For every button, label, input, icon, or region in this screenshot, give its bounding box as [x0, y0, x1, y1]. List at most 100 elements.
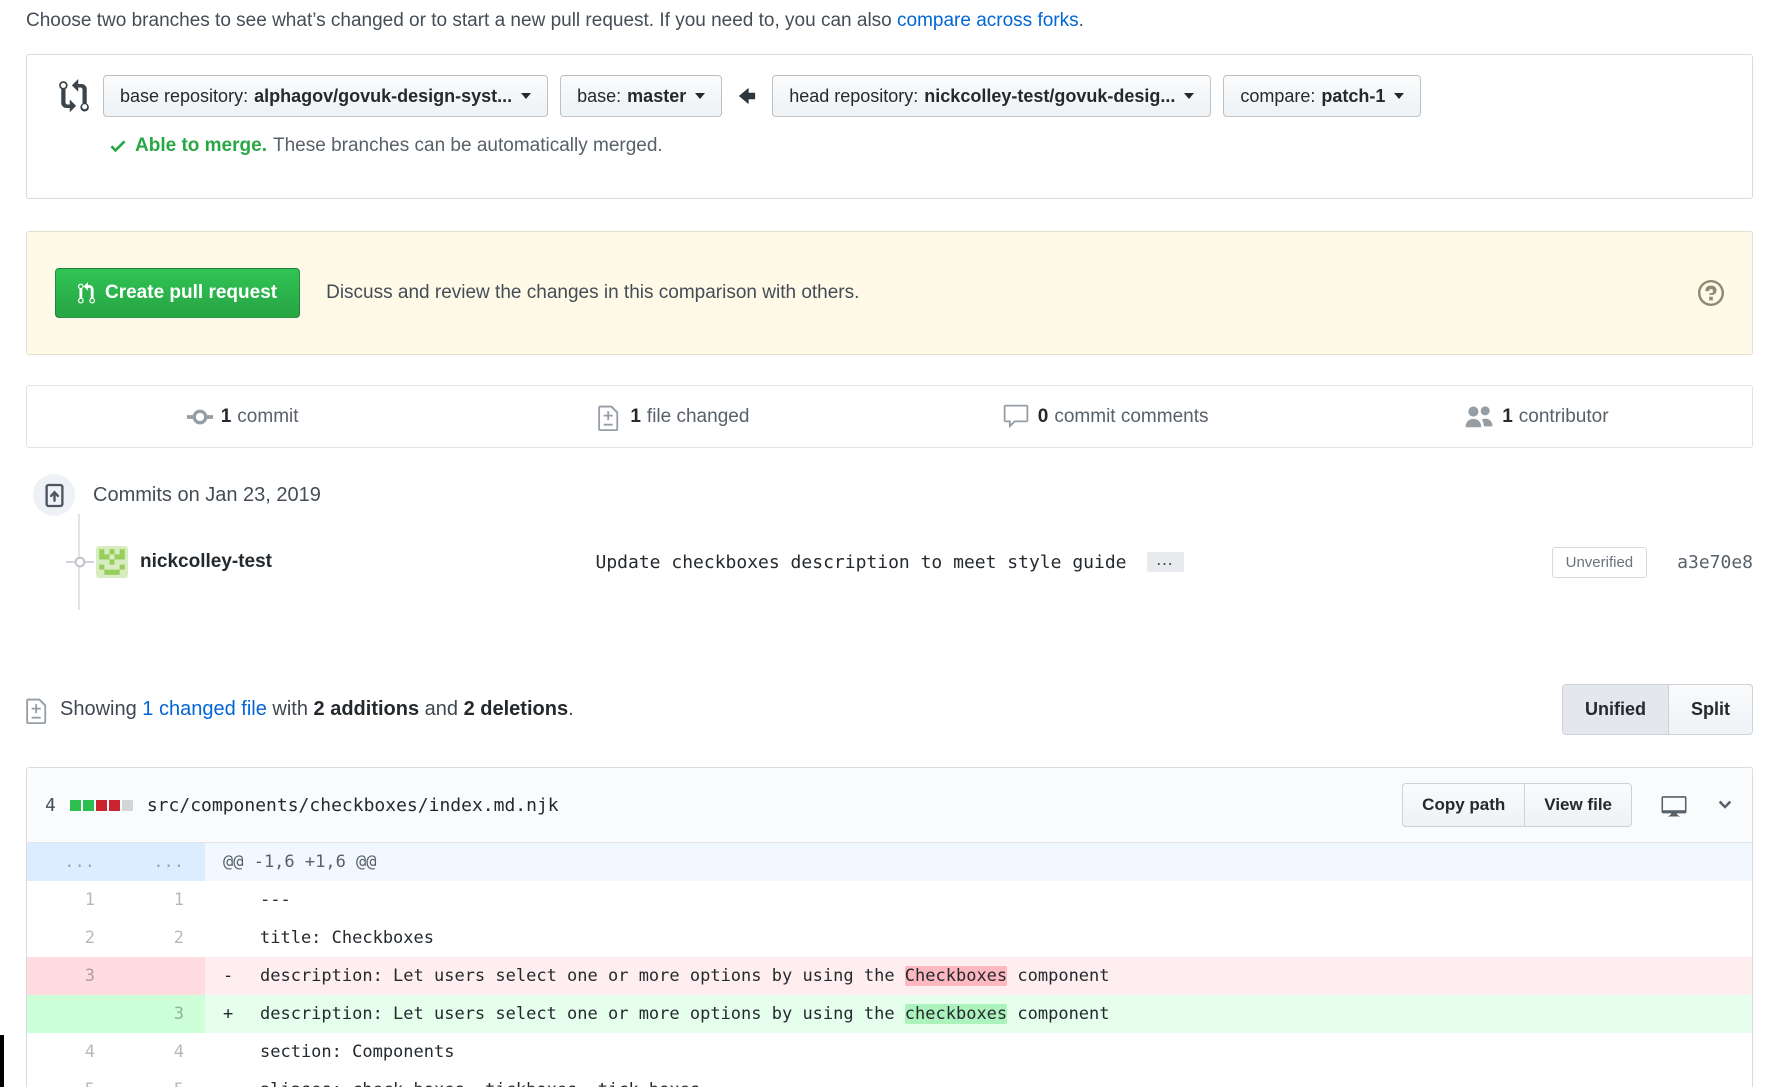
base-branch-dropdown[interactable]: base: master	[560, 75, 722, 117]
merge-status-text: These branches can be automatically merg…	[273, 135, 663, 157]
file-path-link[interactable]: src/components/checkboxes/index.md.njk	[147, 795, 559, 816]
commit-comments-stat[interactable]: 0 commit comments	[890, 386, 1321, 447]
new-line-number: 1	[116, 881, 205, 919]
commits-label: commit	[237, 406, 298, 428]
code-line: +description: Let users select one or mo…	[205, 995, 1752, 1033]
old-line-number	[27, 995, 116, 1033]
merge-status-bold: Able to merge.	[135, 135, 267, 157]
file-diff-card: 4 src/components/checkboxes/index.md.njk…	[26, 767, 1753, 1087]
summary-additions: 2 additions	[314, 698, 420, 720]
chevron-down-icon	[695, 93, 705, 99]
head-repository-value: nickcolley-test/govuk-desig...	[924, 86, 1175, 107]
hunk-header-text: @@ -1,6 +1,6 @@	[205, 843, 1752, 881]
added-word-highlight: checkboxes	[905, 1004, 1007, 1024]
code-text: description: Let users select one or mor…	[260, 966, 905, 986]
unverified-badge[interactable]: Unverified	[1552, 547, 1648, 578]
base-repository-dropdown[interactable]: base repository: alphagov/govuk-design-s…	[103, 75, 548, 117]
chevron-down-icon	[521, 93, 531, 99]
code-text: title: Checkboxes	[260, 928, 434, 948]
commit-node-icon	[64, 555, 96, 574]
commits-date-heading: Commits on Jan 23, 2019	[93, 484, 321, 507]
commit-sha-link[interactable]: a3e70e8	[1677, 552, 1753, 573]
avatar[interactable]	[96, 546, 128, 578]
expand-commit-message-button[interactable]: …	[1147, 552, 1184, 572]
code-text: ---	[260, 890, 291, 910]
comparison-stats-bar: 1 commit 1 file changed 0 commit comment…	[26, 385, 1753, 448]
addition-sign: +	[223, 995, 260, 1033]
banner-description: Discuss and review the changes in this c…	[326, 282, 859, 304]
commits-section: Commits on Jan 23, 2019 nickcolley-test …	[26, 474, 1753, 614]
commit-message-link[interactable]: Update checkboxes description to meet st…	[595, 552, 1126, 573]
diff-context-row: 5 5 aliases: check boxes, tickboxes, tic…	[27, 1071, 1752, 1087]
view-file-button[interactable]: View file	[1524, 783, 1632, 827]
old-line-number: 5	[27, 1071, 116, 1087]
new-line-number: 4	[116, 1033, 205, 1071]
files-changed-count: 1	[630, 406, 641, 428]
create-pr-banner: Create pull request Discuss and review t…	[26, 231, 1753, 355]
screen-edge-artifact	[0, 1035, 4, 1087]
summary-text: Showing 1 changed file with 2 additions …	[60, 698, 574, 721]
create-pull-request-button[interactable]: Create pull request	[55, 268, 300, 318]
commit-comments-count: 0	[1038, 406, 1049, 428]
commits-stat[interactable]: 1 commit	[27, 386, 458, 447]
files-changed-stat[interactable]: 1 file changed	[458, 386, 889, 447]
head-repository-dropdown[interactable]: head repository: nickcolley-test/govuk-d…	[772, 75, 1211, 117]
code-text: description: Let users select one or mor…	[260, 1004, 905, 1024]
code-line: section: Components	[205, 1033, 1752, 1071]
diff-context-row: 1 1 ---	[27, 881, 1752, 919]
old-line-number: 2	[27, 919, 116, 957]
summary-deletions: 2 deletions	[464, 698, 568, 720]
intro-sentence: Choose two branches to see what’s change…	[26, 10, 892, 31]
new-line-number: 5	[116, 1071, 205, 1087]
diff-icon	[26, 695, 50, 724]
deletion-sign: -	[223, 957, 260, 995]
base-branch-value: master	[627, 86, 686, 107]
diffstat-blocks-icon	[68, 800, 133, 811]
code-line: aliases: check boxes, tickboxes, tick bo…	[205, 1071, 1752, 1087]
new-line-number: 2	[116, 919, 205, 957]
chevron-down-icon	[1184, 93, 1194, 99]
code-line: ---	[205, 881, 1752, 919]
rich-diff-icon[interactable]	[1660, 793, 1688, 818]
contributors-stat[interactable]: 1 contributor	[1321, 386, 1752, 447]
compare-across-forks-link[interactable]: compare across forks	[897, 10, 1079, 31]
code-line: title: Checkboxes	[205, 919, 1752, 957]
file-header: 4 src/components/checkboxes/index.md.njk…	[27, 768, 1752, 843]
chevron-down-icon	[1394, 93, 1404, 99]
diff-icon	[598, 402, 622, 431]
unified-view-button[interactable]: Unified	[1562, 684, 1669, 735]
diff-view-toggle: Unified Split	[1562, 684, 1753, 735]
copy-path-button[interactable]: Copy path	[1402, 783, 1524, 827]
summary-period: .	[568, 698, 574, 720]
base-repository-label: base repository:	[120, 86, 248, 107]
base-branch-label: base:	[577, 86, 621, 107]
commit-icon	[187, 402, 213, 432]
repo-push-icon	[33, 474, 75, 516]
old-line-number: 3	[27, 957, 116, 995]
contributors-label: contributor	[1519, 406, 1609, 428]
commit-row: nickcolley-test Update checkboxes descri…	[26, 540, 1753, 584]
check-icon	[109, 136, 127, 156]
new-line-number: 3	[116, 995, 205, 1033]
code-text: section: Components	[260, 1042, 454, 1062]
commit-comments-label: commit comments	[1054, 406, 1208, 428]
help-icon[interactable]	[1698, 278, 1724, 308]
changed-file-link[interactable]: 1 changed file	[142, 698, 267, 720]
diff-addition-row: 3 +description: Let users select one or …	[27, 995, 1752, 1033]
arrow-left-icon	[736, 83, 758, 109]
files-changed-label: file changed	[647, 406, 749, 428]
collapse-file-chevron-icon[interactable]	[1716, 795, 1734, 815]
diff-context-row: 2 2 title: Checkboxes	[27, 919, 1752, 957]
compare-branch-value: patch-1	[1321, 86, 1385, 107]
split-view-button[interactable]: Split	[1669, 684, 1753, 735]
intro-period: .	[1079, 10, 1084, 31]
commit-author-link[interactable]: nickcolley-test	[140, 551, 272, 573]
summary-showing: Showing	[60, 698, 137, 720]
code-text: component	[1007, 1004, 1109, 1024]
code-text: component	[1007, 966, 1109, 986]
create-pull-request-label: Create pull request	[105, 282, 277, 304]
base-repository-value: alphagov/govuk-design-syst...	[254, 86, 512, 107]
compare-branch-dropdown[interactable]: compare: patch-1	[1223, 75, 1421, 117]
comment-icon	[1002, 403, 1030, 431]
summary-with: with	[272, 698, 308, 720]
